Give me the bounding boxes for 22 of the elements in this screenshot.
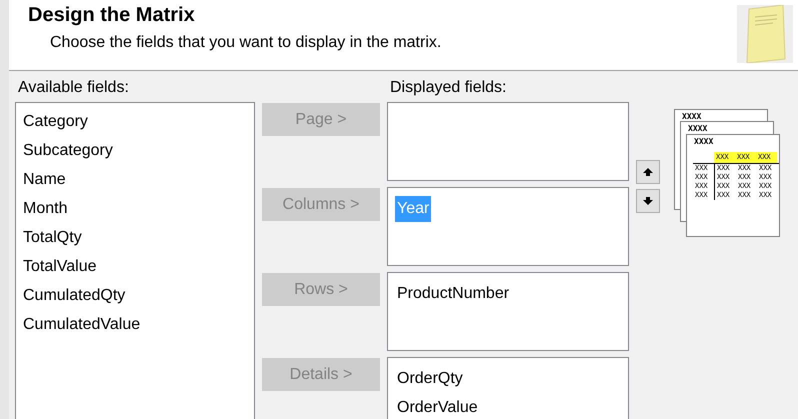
list-item[interactable]: Name: [21, 165, 68, 194]
move-down-button[interactable]: [636, 189, 660, 213]
list-item[interactable]: Month: [21, 194, 70, 223]
available-fields-label: Available fields:: [18, 79, 130, 98]
list-item[interactable]: CumulatedQty: [21, 281, 128, 310]
move-up-button[interactable]: [636, 160, 660, 184]
preview-title: XXXX: [693, 136, 714, 146]
down-arrow-icon: [643, 197, 653, 205]
page-title: Design the Matrix: [28, 4, 196, 27]
list-item[interactable]: TotalQty: [21, 223, 84, 252]
list-item[interactable]: TotalValue: [21, 252, 99, 281]
available-fields-list[interactable]: Category Subcategory Name Month TotalQty TotalValue CumulatedQty CumulatedValue: [15, 102, 255, 419]
up-arrow-icon: [643, 168, 653, 176]
list-item[interactable]: Category: [21, 107, 90, 136]
displayed-fields-list[interactable]: [387, 102, 629, 181]
list-item[interactable]: CumulatedValue: [21, 310, 142, 339]
list-item[interactable]: Subcategory: [21, 136, 115, 165]
displayed-fields-label: Displayed fields:: [390, 79, 508, 98]
document-icon: [737, 5, 793, 63]
page-subtitle: Choose the fields that you want to display in the matrix.: [50, 34, 442, 52]
preview-title: XXXX: [681, 111, 702, 121]
preview-title: XXXX: [687, 123, 708, 133]
